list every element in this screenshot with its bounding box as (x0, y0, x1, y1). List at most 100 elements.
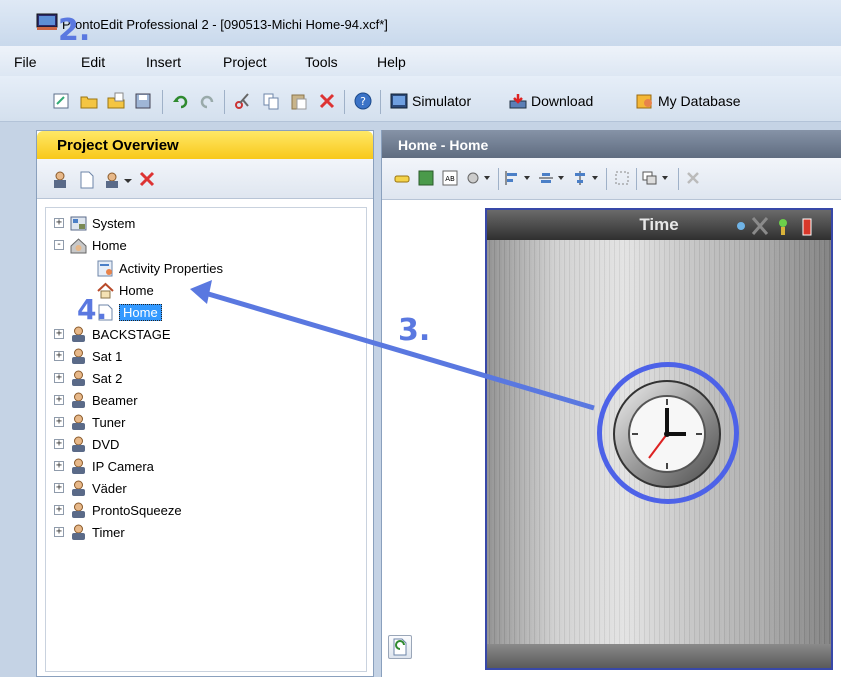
add-activity-icon[interactable] (51, 171, 69, 189)
expand-toggle[interactable]: + (54, 527, 64, 537)
download-button[interactable]: Download (509, 90, 593, 112)
paste-icon[interactable] (290, 92, 308, 110)
project-tree: + System - Home Activity Properties Home… (45, 207, 367, 672)
help-icon[interactable]: ? (354, 92, 372, 110)
expand-toggle[interactable]: + (54, 351, 64, 361)
align-left-icon[interactable] (504, 170, 534, 186)
expand-toggle[interactable]: + (54, 439, 64, 449)
align-vertical-icon[interactable] (572, 170, 602, 186)
expand-toggle[interactable]: + (54, 417, 64, 427)
tree-item-label: BACKSTAGE (92, 326, 171, 342)
annotation-step-4: 4. (77, 293, 108, 326)
menu-help[interactable]: Help (377, 54, 406, 70)
user-icon (72, 436, 85, 452)
simulator-button[interactable]: Simulator (390, 90, 471, 112)
tree-item-label: Beamer (92, 392, 138, 408)
expand-toggle[interactable]: + (54, 505, 64, 515)
open-folder-icon[interactable] (80, 92, 98, 110)
user-icon (72, 524, 85, 540)
project-overview-toolbar (37, 159, 373, 199)
expand-toggle[interactable]: + (54, 373, 64, 383)
menu-insert[interactable]: Insert (146, 54, 181, 70)
add-button-icon[interactable] (394, 172, 410, 186)
menu-project[interactable]: Project (223, 54, 267, 70)
expand-toggle[interactable]: + (54, 395, 64, 405)
tree-item-ip-camera[interactable]: + IP Camera (54, 455, 154, 477)
tree-item-sat2[interactable]: + Sat 2 (54, 367, 122, 389)
tree-item-system[interactable]: + System (54, 212, 135, 234)
tree-item-label: Sat 2 (92, 370, 123, 386)
tree-item-label: Tuner (92, 414, 126, 430)
tree-item-label: Väder (92, 480, 127, 496)
tree-item-label: Timer (92, 524, 125, 540)
device-screen-preview[interactable]: Time (485, 208, 833, 670)
save-icon[interactable] (134, 92, 152, 110)
redo-icon[interactable] (198, 92, 216, 110)
page-refresh-icon (393, 638, 407, 656)
user-icon (72, 348, 85, 364)
project-overview-header: Project Overview (37, 131, 373, 159)
user-icon (72, 392, 85, 408)
tree-item-prontosqueeze[interactable]: + ProntoSqueeze (54, 499, 182, 521)
open-file-icon[interactable] (107, 92, 125, 110)
tree-item-label: DVD (92, 436, 120, 452)
tree-item-activity-properties[interactable]: Activity Properties (97, 257, 223, 279)
cut-icon[interactable] (234, 92, 252, 110)
simulator-label: Simulator (412, 93, 472, 109)
home-editor-pane: Home - Home AB Time (381, 130, 841, 677)
window-title: ProntoEdit Professional 2 - [090513-Mich… (62, 17, 388, 32)
menu-edit[interactable]: Edit (81, 54, 105, 70)
tree-item-tuner[interactable]: + Tuner (54, 411, 125, 433)
home-activity-icon (70, 237, 87, 253)
tree-item-beamer[interactable]: + Beamer (54, 389, 138, 411)
expand-toggle[interactable]: + (54, 461, 64, 471)
undo-icon[interactable] (172, 92, 190, 110)
simulator-icon (390, 93, 408, 109)
tree-item-label: ProntoSqueeze (92, 502, 182, 518)
tree-item-dvd[interactable]: + DVD (54, 433, 119, 455)
copy-icon[interactable] (262, 92, 280, 110)
page-options-button[interactable] (388, 635, 412, 659)
size-icon[interactable] (614, 170, 630, 186)
add-image-icon[interactable] (418, 170, 434, 186)
tree-item-label: Home (119, 282, 154, 298)
new-project-icon[interactable] (52, 92, 70, 110)
menu-bar: File Edit Insert Project Tools Help (0, 46, 841, 76)
add-page-icon[interactable] (79, 171, 95, 189)
delete-item-icon[interactable] (139, 171, 155, 187)
properties-icon (97, 260, 113, 276)
annotation-step-3: 3. (398, 313, 431, 348)
delete-icon[interactable] (318, 92, 336, 110)
tree-item-home-activity[interactable]: - Home (54, 234, 127, 256)
menu-tools[interactable]: Tools (305, 54, 338, 70)
user-icon (72, 458, 85, 474)
tree-item-timer[interactable]: + Timer (54, 521, 125, 543)
project-overview-pane: Project Overview + System - Home Activit… (36, 130, 374, 677)
my-database-button[interactable]: My Database (636, 90, 740, 112)
expand-toggle[interactable]: + (54, 329, 64, 339)
collapse-toggle[interactable]: - (54, 240, 64, 250)
align-center-icon[interactable] (538, 170, 568, 186)
tree-item-backstage[interactable]: + BACKSTAGE (54, 323, 171, 345)
workspace: Project Overview + System - Home Activit… (0, 122, 841, 677)
title-bar: ProntoEdit Professional 2 - [090513-Mich… (0, 0, 841, 46)
database-icon (636, 94, 652, 109)
app-icon (36, 13, 58, 30)
tree-item-sat1[interactable]: + Sat 1 (54, 345, 122, 367)
expand-toggle[interactable]: + (54, 218, 64, 228)
tree-item-label-selected: Home (119, 303, 162, 321)
main-toolbar: ? Simulator Download My Database (0, 76, 841, 122)
arrange-icon[interactable] (642, 170, 672, 186)
remove-icon[interactable] (686, 171, 700, 185)
menu-file[interactable]: File (14, 54, 37, 70)
user-icon (72, 502, 85, 518)
widgets-dropdown-icon[interactable] (466, 170, 492, 186)
tree-item-vader[interactable]: + Väder (54, 477, 127, 499)
download-icon (509, 94, 527, 109)
add-text-icon[interactable]: AB (442, 170, 458, 186)
download-label: Download (531, 93, 594, 109)
activity-options-icon[interactable] (104, 171, 134, 189)
expand-toggle[interactable]: + (54, 483, 64, 493)
clock-icon[interactable] (611, 378, 723, 490)
editor-canvas: Time (382, 200, 841, 677)
